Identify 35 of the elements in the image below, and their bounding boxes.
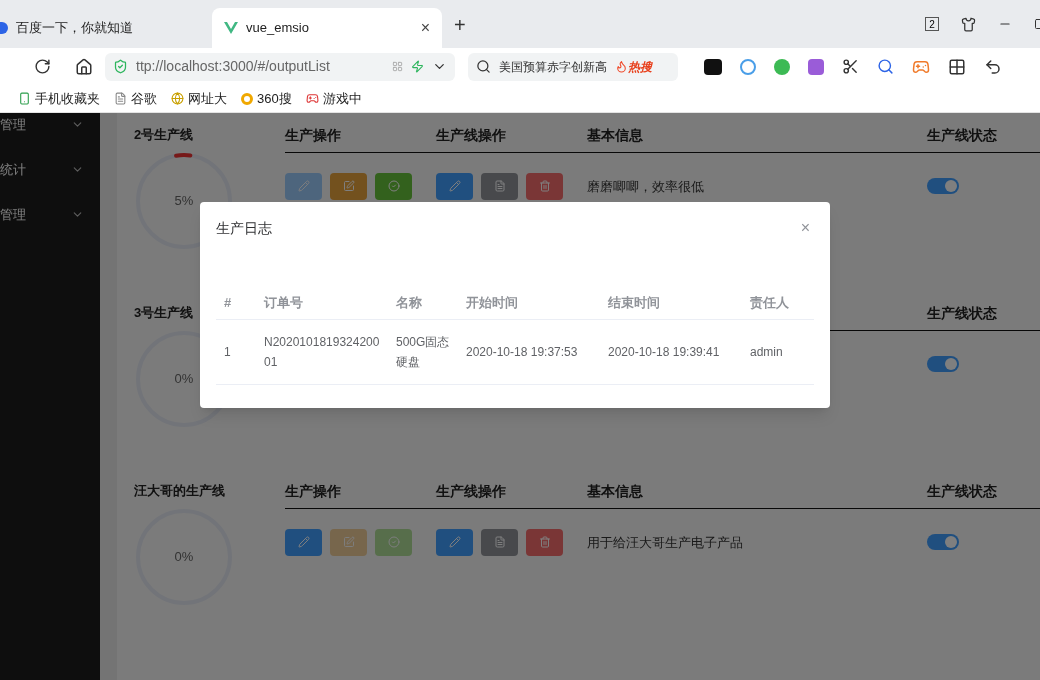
table-cell: 500G固态硬盘: [388, 319, 458, 384]
url-text: ttp://localhost:3000/#/outputList: [136, 57, 331, 76]
tab-title: 百度一下，你就知道: [16, 19, 134, 38]
table-cell: 2020-10-18 19:37:53: [458, 319, 600, 384]
line-name: 2号生产线: [134, 126, 195, 144]
line-name: 汪大哥的生产线: [134, 482, 226, 500]
hot-search-label: 热搜: [628, 58, 652, 76]
column-header: 基本信息: [587, 127, 643, 143]
dialog-title: 生产日志: [216, 218, 272, 238]
progress-percent: 5%: [174, 192, 194, 211]
line-name: 3号生产线: [134, 304, 195, 322]
table-cell: admin: [742, 319, 814, 384]
column-header: 生产线状态: [927, 127, 997, 143]
table-cell: 2020-10-18 19:39:41: [600, 319, 742, 384]
column-header: 生产线状态: [927, 305, 997, 321]
column-header: 基本信息: [587, 483, 643, 499]
table-header: #: [216, 287, 256, 319]
line-info: 用于给汪大哥生产电子产品: [587, 535, 743, 550]
table-cell: 1: [216, 319, 256, 384]
progress-percent: 0%: [174, 548, 194, 567]
table-cell: N202010181932420001: [256, 319, 388, 384]
table-header: 责任人: [742, 287, 814, 319]
column-header: 生产线状态: [927, 483, 997, 499]
column-header: 生产线操作: [436, 483, 506, 499]
column-header: 生产线操作: [436, 127, 506, 143]
progress-percent: 0%: [174, 370, 194, 389]
search-text: 美国预算赤字创新高: [499, 58, 607, 76]
tab-title: vue_emsio: [246, 19, 310, 38]
column-header: 生产操作: [285, 127, 341, 143]
table-header: 开始时间: [458, 287, 600, 319]
column-header: 生产操作: [285, 483, 341, 499]
table-header: 名称: [388, 287, 458, 319]
table-header: 结束时间: [600, 287, 742, 319]
line-info: 磨磨唧唧，效率很低: [587, 179, 704, 194]
table-header: 订单号: [256, 287, 388, 319]
